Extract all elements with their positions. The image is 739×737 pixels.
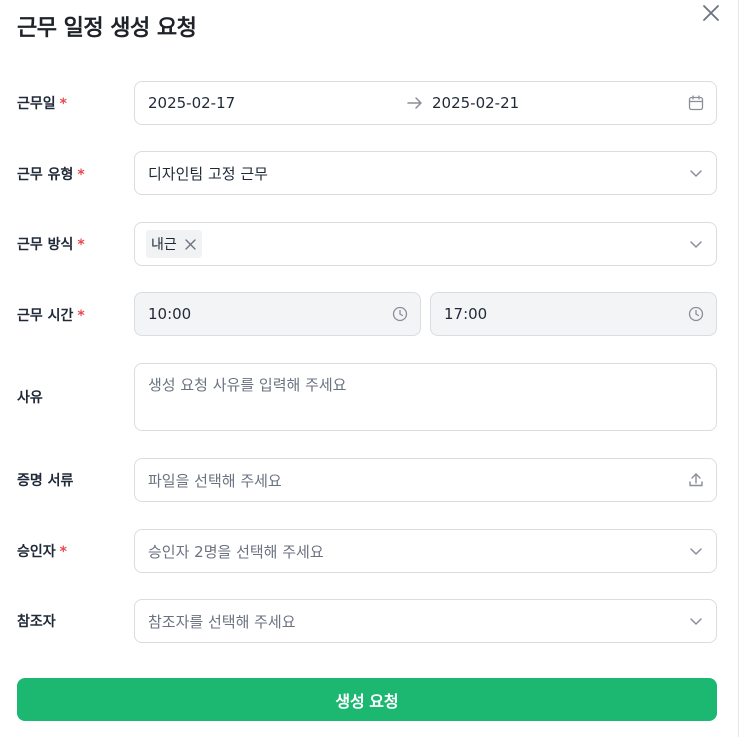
- required-mark: *: [59, 544, 67, 560]
- work-date-label: 근무일 *: [17, 93, 67, 113]
- approver-placeholder: 승인자 2명을 선택해 주세요: [148, 542, 324, 561]
- approver-label-text: 승인자: [17, 544, 56, 560]
- proof-docs-label: 증명 서류: [17, 473, 74, 489]
- required-mark: *: [59, 96, 67, 112]
- work-date-range-picker[interactable]: 2025-02-17 2025-02-21: [134, 81, 717, 125]
- work-time-label: 근무 시간 *: [17, 305, 85, 325]
- tag-remove-icon[interactable]: [185, 238, 196, 250]
- chevron-down-icon: [688, 165, 704, 181]
- proof-docs-placeholder: 파일을 선택해 주세요: [148, 471, 282, 490]
- work-time-label-text: 근무 시간: [17, 308, 74, 324]
- reference-placeholder: 참조자를 선택해 주세요: [148, 612, 296, 631]
- required-mark: *: [77, 167, 85, 183]
- reason-label: 사유: [17, 390, 43, 406]
- work-time-end-field: 17:00: [430, 292, 717, 336]
- work-type-label-text: 근무 유형: [17, 167, 74, 183]
- selected-tag: 내근: [146, 230, 202, 258]
- dialog-title: 근무 일정 생성 요청: [17, 16, 197, 41]
- proof-docs-file-input[interactable]: 파일을 선택해 주세요: [134, 458, 717, 502]
- work-time-start-field: 10:00: [134, 292, 421, 336]
- work-type-label: 근무 유형 *: [17, 164, 85, 184]
- work-date-end[interactable]: 2025-02-21: [432, 94, 519, 112]
- clock-icon: [392, 306, 408, 322]
- work-method-multiselect[interactable]: 내근: [134, 222, 717, 266]
- work-time-end: 17:00: [444, 305, 488, 323]
- reason-placeholder: 생성 요청 사유를 입력해 주세요: [148, 376, 347, 394]
- reason-textarea[interactable]: 생성 요청 사유를 입력해 주세요: [134, 363, 717, 431]
- work-date-start[interactable]: 2025-02-17: [148, 94, 235, 112]
- work-type-value: 디자인팀 고정 근무: [148, 164, 268, 183]
- work-time-start: 10:00: [148, 305, 192, 323]
- chevron-down-icon: [688, 613, 704, 629]
- clock-icon: [688, 306, 704, 322]
- work-method-label: 근무 방식 *: [17, 234, 85, 254]
- calendar-icon[interactable]: [688, 95, 704, 111]
- upload-icon[interactable]: [688, 472, 704, 488]
- required-mark: *: [77, 308, 85, 324]
- close-icon: [702, 4, 720, 22]
- approver-label: 승인자 *: [17, 541, 67, 561]
- work-type-select[interactable]: 디자인팀 고정 근무: [134, 151, 717, 195]
- reference-label: 참조자: [17, 614, 56, 630]
- submit-request-button[interactable]: 생성 요청: [17, 678, 717, 721]
- close-button[interactable]: [700, 2, 722, 24]
- chevron-down-icon: [688, 236, 704, 252]
- arrow-right-icon: [407, 95, 423, 111]
- work-method-label-text: 근무 방식: [17, 237, 74, 253]
- required-mark: *: [77, 237, 85, 253]
- approver-select[interactable]: 승인자 2명을 선택해 주세요: [134, 529, 717, 573]
- tag-label: 내근: [151, 237, 177, 253]
- work-date-label-text: 근무일: [17, 96, 56, 112]
- work-schedule-dialog: 근무 일정 생성 요청 근무일 * 2025-02-17 2025-02-21 근…: [0, 0, 739, 737]
- reference-select[interactable]: 참조자를 선택해 주세요: [134, 599, 717, 643]
- chevron-down-icon: [688, 543, 704, 559]
